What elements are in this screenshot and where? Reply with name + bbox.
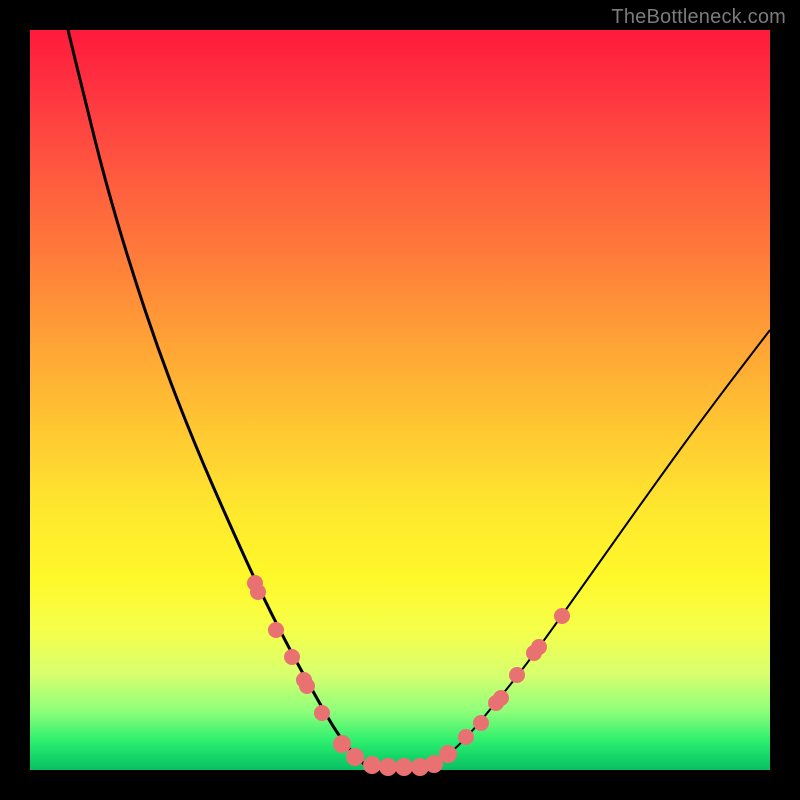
data-point xyxy=(439,745,457,763)
data-point xyxy=(363,756,381,774)
outer-frame: TheBottleneck.com xyxy=(0,0,800,800)
data-point xyxy=(554,608,570,624)
data-point xyxy=(333,735,351,753)
data-point xyxy=(509,667,525,683)
data-point xyxy=(250,584,266,600)
data-point xyxy=(458,729,474,745)
data-point xyxy=(493,690,509,706)
plot-area xyxy=(30,30,770,770)
curve-left-branch xyxy=(68,30,365,765)
data-point xyxy=(314,705,330,721)
data-point xyxy=(531,639,547,655)
data-point xyxy=(268,622,284,638)
data-point xyxy=(395,758,413,776)
watermark-text: TheBottleneck.com xyxy=(611,6,786,29)
data-point xyxy=(346,748,364,766)
data-point xyxy=(284,649,300,665)
data-point xyxy=(299,678,315,694)
scatter-dots xyxy=(247,575,570,776)
curve-right-branch xyxy=(435,330,770,765)
data-point xyxy=(379,758,397,776)
chart-svg xyxy=(30,30,770,770)
data-point xyxy=(473,715,489,731)
